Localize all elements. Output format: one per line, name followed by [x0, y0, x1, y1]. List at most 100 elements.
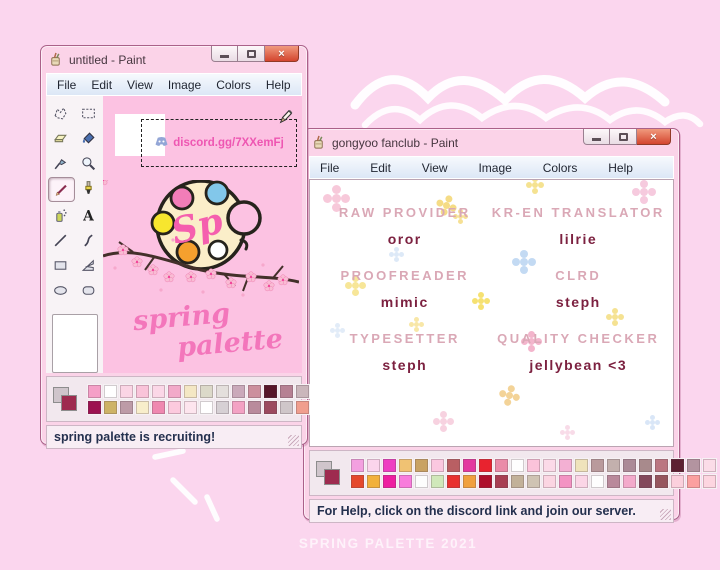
color-swatch[interactable] — [279, 383, 294, 399]
color-swatch[interactable] — [231, 383, 246, 399]
color-swatch[interactable] — [590, 457, 605, 473]
color-swatch[interactable] — [279, 399, 294, 415]
minimize-button[interactable] — [211, 46, 238, 62]
color-swatch[interactable] — [135, 399, 150, 415]
color-swatch[interactable] — [247, 383, 262, 399]
color-swatch[interactable] — [702, 457, 717, 473]
color-swatch[interactable] — [119, 399, 134, 415]
color-swatch[interactable] — [494, 473, 509, 489]
paint-canvas[interactable]: discord.gg/7XXemFj Sp spring palette — [103, 96, 302, 373]
color-swatch[interactable] — [183, 383, 198, 399]
color-swatch[interactable] — [199, 399, 214, 415]
color-swatch[interactable] — [295, 383, 310, 399]
color-swatch[interactable] — [558, 473, 573, 489]
color-swatch[interactable] — [382, 473, 397, 489]
color-swatch[interactable] — [622, 473, 637, 489]
tool-color-picker-icon[interactable] — [48, 152, 73, 175]
close-button[interactable]: × — [265, 46, 299, 62]
menu-item-colors[interactable]: Colors — [216, 78, 251, 92]
tool-options-box[interactable] — [51, 314, 98, 373]
color-swatch[interactable] — [366, 473, 381, 489]
tool-rectangle-icon[interactable] — [48, 254, 73, 277]
menu-item-help[interactable]: Help — [608, 161, 633, 175]
color-swatch[interactable] — [478, 457, 493, 473]
tool-pencil-icon[interactable] — [48, 177, 75, 202]
color-swatch[interactable] — [382, 457, 397, 473]
menu-item-edit[interactable]: Edit — [370, 161, 391, 175]
color-swatch[interactable] — [686, 457, 701, 473]
tool-curve-icon[interactable] — [76, 229, 101, 252]
color-swatch[interactable] — [167, 399, 182, 415]
color-swatch[interactable] — [494, 457, 509, 473]
titlebar[interactable]: untitled - Paint × — [46, 46, 302, 73]
color-swatch[interactable] — [103, 399, 118, 415]
color-swatch[interactable] — [430, 473, 445, 489]
color-swatch[interactable] — [638, 473, 653, 489]
menu-item-view[interactable]: View — [127, 78, 153, 92]
color-swatch[interactable] — [199, 383, 214, 399]
color-swatch[interactable] — [414, 473, 429, 489]
tool-freeform-select-icon[interactable] — [48, 102, 73, 125]
paint-canvas[interactable]: RAW PROVIDER oror KR-EN TRANSLATOR lilrie PR… — [309, 179, 674, 447]
menu-item-help[interactable]: Help — [266, 78, 291, 92]
color-swatch[interactable] — [654, 457, 669, 473]
tool-fill-icon[interactable] — [76, 127, 101, 150]
color-swatch[interactable] — [430, 457, 445, 473]
maximize-button[interactable] — [610, 129, 637, 145]
color-swatch[interactable] — [231, 399, 246, 415]
color-swatch[interactable] — [542, 457, 557, 473]
color-swatch[interactable] — [542, 473, 557, 489]
maximize-button[interactable] — [238, 46, 265, 62]
menu-item-file[interactable]: File — [320, 161, 339, 175]
color-swatch[interactable] — [151, 383, 166, 399]
color-swatch[interactable] — [215, 399, 230, 415]
menu-item-edit[interactable]: Edit — [91, 78, 112, 92]
menu-item-file[interactable]: File — [57, 78, 76, 92]
tool-magnifier-icon[interactable] — [76, 152, 101, 175]
color-swatch[interactable] — [606, 457, 621, 473]
color-swatch[interactable] — [247, 399, 262, 415]
color-swatch[interactable] — [510, 473, 525, 489]
color-swatch[interactable] — [462, 473, 477, 489]
color-swatch[interactable] — [526, 473, 541, 489]
resize-grip[interactable] — [660, 509, 671, 520]
color-swatch[interactable] — [103, 383, 118, 399]
menu-item-image[interactable]: Image — [478, 161, 511, 175]
color-swatch[interactable] — [183, 399, 198, 415]
color-swatch[interactable] — [350, 457, 365, 473]
titlebar[interactable]: gongyoo fanclub - Paint × — [309, 129, 674, 156]
close-button[interactable]: × — [637, 129, 671, 145]
color-swatch[interactable] — [574, 473, 589, 489]
color-swatch[interactable] — [590, 473, 605, 489]
color-swatch[interactable] — [167, 383, 182, 399]
color-swatch[interactable] — [135, 383, 150, 399]
tool-text-icon[interactable]: A — [76, 204, 101, 227]
foreground-color-swatch[interactable] — [324, 468, 340, 485]
discord-invite-link[interactable]: discord.gg/7XXemFj — [173, 137, 284, 149]
color-swatch[interactable] — [215, 383, 230, 399]
color-swatch[interactable] — [606, 473, 621, 489]
color-swatch[interactable] — [510, 457, 525, 473]
color-swatch[interactable] — [398, 457, 413, 473]
color-swatch[interactable] — [398, 473, 413, 489]
color-swatch[interactable] — [526, 457, 541, 473]
tool-line-icon[interactable] — [48, 229, 73, 252]
color-swatch[interactable] — [670, 457, 685, 473]
tool-rounded-rectangle-icon[interactable] — [76, 279, 101, 302]
color-swatch[interactable] — [478, 473, 493, 489]
color-swatch[interactable] — [558, 457, 573, 473]
foreground-color-swatch[interactable] — [61, 394, 77, 411]
menu-item-colors[interactable]: Colors — [543, 161, 578, 175]
menu-item-image[interactable]: Image — [168, 78, 201, 92]
color-swatch[interactable] — [686, 473, 701, 489]
color-swatch[interactable] — [295, 399, 310, 415]
color-swatch[interactable] — [263, 383, 278, 399]
color-swatch[interactable] — [446, 457, 461, 473]
color-swatch[interactable] — [574, 457, 589, 473]
tool-ellipse-icon[interactable] — [48, 279, 73, 302]
color-swatch[interactable] — [622, 457, 637, 473]
color-swatch[interactable] — [462, 457, 477, 473]
tool-polygon-icon[interactable] — [76, 254, 101, 277]
color-swatch[interactable] — [87, 399, 102, 415]
resize-grip[interactable] — [288, 435, 299, 446]
